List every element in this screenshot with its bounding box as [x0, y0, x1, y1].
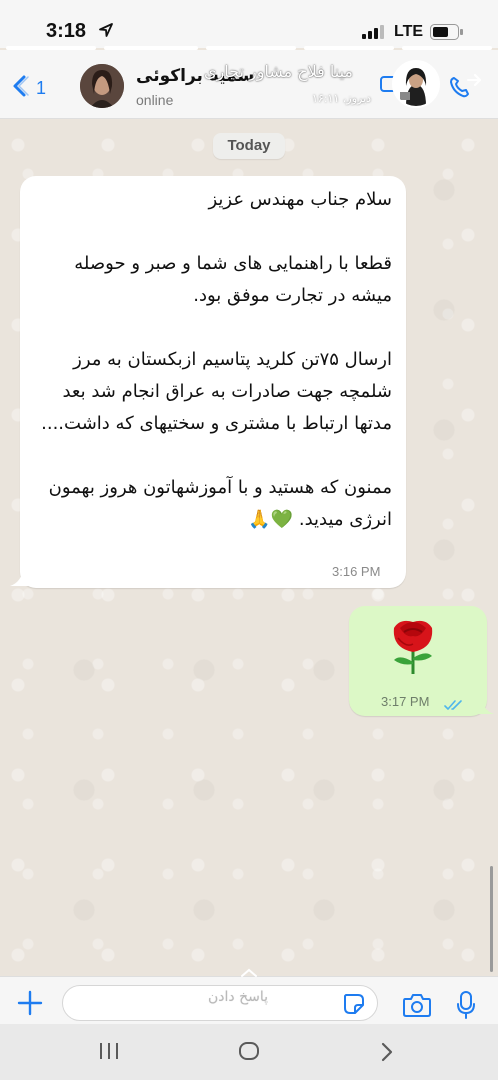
location-arrow-icon — [98, 22, 114, 42]
microphone-icon[interactable] — [456, 990, 476, 1024]
back-button[interactable]: 1 — [10, 74, 46, 102]
bubble-tail — [10, 566, 30, 586]
phone-icon[interactable] — [448, 74, 482, 104]
message-time: 3:17 PM — [381, 694, 430, 709]
status-time: 3:18 — [46, 20, 87, 42]
network-label: LTE — [394, 23, 424, 40]
chat-header: 1 سمیه براکوئی online مینا فلاح مشاور تج… — [0, 50, 498, 119]
read-receipt-icon — [444, 696, 464, 715]
chevron-left-icon — [10, 74, 30, 102]
bubble-tail — [474, 694, 494, 714]
chevron-up-icon[interactable] — [240, 964, 258, 983]
unread-count: 1 — [36, 77, 47, 98]
status-bar: 3:18 LTE — [0, 0, 498, 50]
plus-icon[interactable] — [16, 989, 44, 1021]
message-text: سلام جناب مهندس عزیز قطعا با راهنمایی ها… — [41, 189, 392, 530]
sticker-icon[interactable] — [342, 992, 366, 1020]
rose-icon — [386, 614, 440, 680]
camera-icon[interactable] — [402, 992, 432, 1022]
contact-avatar[interactable] — [80, 64, 124, 108]
incoming-message-bubble[interactable]: سلام جناب مهندس عزیز قطعا با راهنمایی ها… — [20, 176, 406, 588]
battery-icon — [430, 24, 464, 44]
story-avatar[interactable] — [392, 60, 440, 108]
contact-status: online — [136, 92, 174, 108]
date-separator: Today — [213, 133, 285, 159]
story-timestamp: دیروز، ۱۶:۱۱ — [312, 92, 372, 105]
signal-icon — [362, 24, 388, 43]
scrollbar[interactable] — [490, 866, 493, 972]
nav-back-icon[interactable] — [380, 1042, 394, 1066]
message-input-placeholder: پاسخ دادن — [208, 989, 269, 1005]
recents-icon[interactable] — [98, 1042, 120, 1064]
message-time: 3:16 PM — [332, 564, 381, 579]
home-icon[interactable] — [238, 1041, 260, 1065]
story-author-name: مینا فلاح مشاور تجاری — [204, 62, 353, 81]
